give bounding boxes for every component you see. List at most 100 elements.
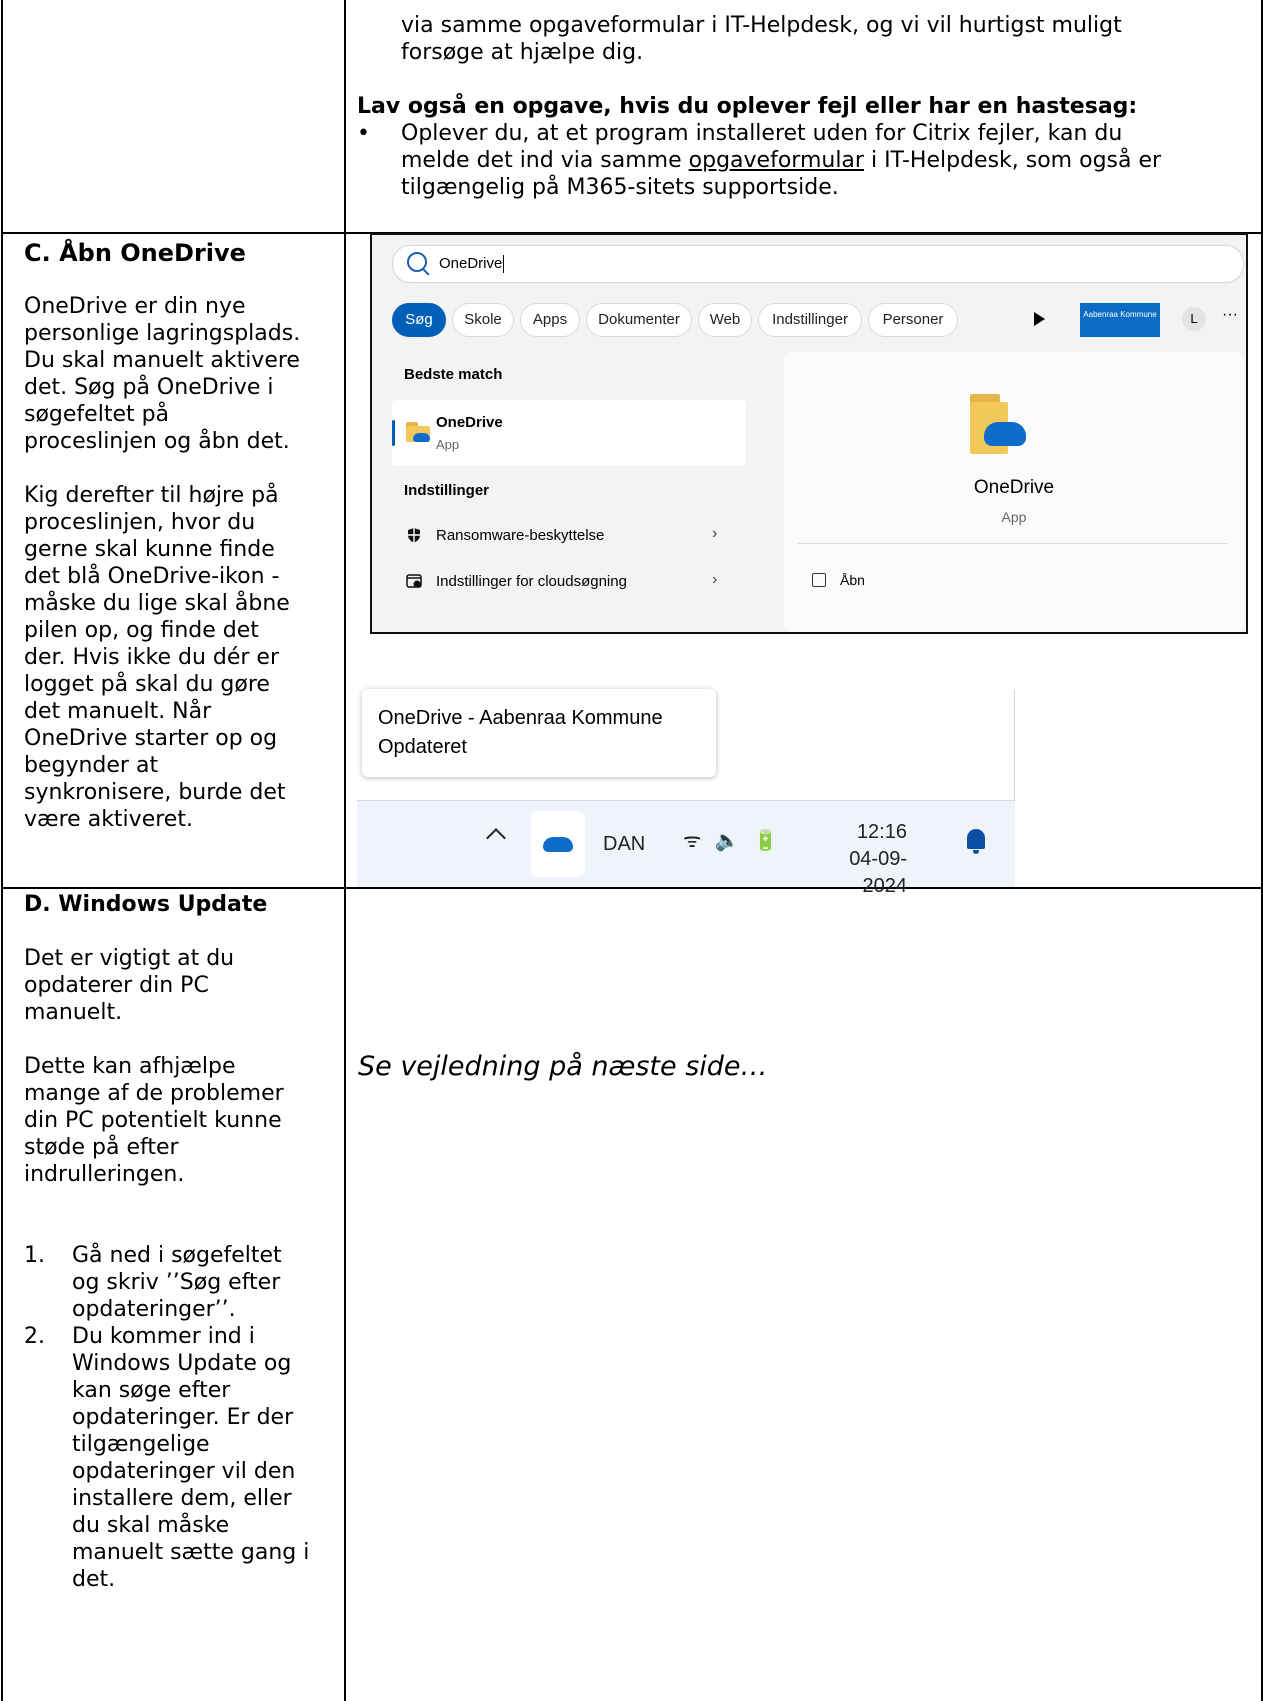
settings-heading: Indstillinger [404,482,490,499]
table-column-divider [344,0,346,1701]
search-icon [407,252,427,272]
text-line: det blå OneDrive-ikon - [24,564,280,589]
text-line: opdateringer. Er der [72,1405,294,1430]
step-item: 1. Gå ned i søgefeltet og skriv ’’Søg eft… [24,1242,339,1323]
avatar[interactable]: L [1182,307,1206,331]
tab-personer[interactable]: Personer [868,303,958,337]
notification-bell-icon[interactable] [967,829,985,854]
best-match-item[interactable]: OneDrive App [392,400,746,466]
text-line: Kig derefter til højre på [24,483,279,508]
settings-window-icon [406,574,422,588]
result-subtitle: App [436,437,460,452]
text-line: søgefeltet på [24,402,170,427]
chevron-right-icon: › [712,571,718,588]
text-line: opdateringer vil den [72,1459,296,1484]
row-divider-2 [1,887,1263,889]
detail-title: OneDrive [973,477,1055,498]
step-number: 2. [24,1324,45,1349]
clock-date[interactable]: 04-09-2024 [807,846,907,900]
tab-dokumenter[interactable]: Dokumenter [586,303,692,337]
text-line: Oplever du, at et program installeret ud… [401,121,1123,146]
organization-logo: Aabenraa Kommune [1080,303,1160,337]
text-line: OneDrive starter op og [24,726,278,751]
tab-skole[interactable]: Skole [452,303,514,337]
text-line: Det er vigtigt at du [24,946,235,971]
more-options-icon[interactable]: ··· [1222,306,1238,324]
tab-web[interactable]: Web [698,303,752,337]
settings-item-cloud-search[interactable]: Indstillinger for cloudsøgning › [392,562,746,602]
step-item: 2. Du kommer ind i Windows Update og kan s… [24,1323,339,1593]
text-line: Du skal manuelt aktivere [24,348,300,373]
show-hidden-icons-chevron-icon[interactable] [486,828,506,848]
text-line: Dette kan afhjælpe [24,1054,236,1079]
text-line: din PC potentielt kunne [24,1108,282,1133]
screenshot-edge [1014,690,1015,800]
text-line: det. [72,1567,116,1592]
text-line: mange af de problemer [24,1081,284,1106]
text-line: Du kommer ind i [72,1324,255,1349]
text-line: personlige lagringsplads. [24,321,301,346]
text-line: opdaterer din PC [24,973,209,998]
onedrive-tooltip: OneDrive - Aabenraa Kommune Opdateret [362,689,716,777]
text-line: du skal måske [72,1513,230,1538]
onedrive-large-icon [970,394,1030,454]
text-line: manuelt sætte gang i [72,1540,310,1565]
text-line: installere dem, eller [72,1486,292,1511]
text-line: opdateringer’’. [72,1297,236,1322]
open-action[interactable]: Åbn [840,571,865,589]
tab-indstillinger[interactable]: Indstillinger [758,303,862,337]
section-d-title: D. Windows Update [24,892,268,917]
settings-item-label: Ransomware-beskyttelse [436,527,605,544]
text-line: proceslinjen og åbn det. [24,429,290,454]
onedrive-tray-button[interactable] [531,811,585,877]
settings-item-ransomware[interactable]: Ransomware-beskyttelse › [392,516,746,556]
search-filter-tabs: Søg Skole Apps Dokumenter Web Indstillin… [392,303,1242,337]
results-pane: Bedste match OneDrive App Indstillinger … [392,352,746,632]
text-line: det manuelt. Når [24,699,212,724]
bullet-icon: • [357,121,370,146]
onedrive-app-icon [406,422,430,442]
language-indicator[interactable]: DAN [603,831,645,858]
paragraph: Kig derefter til højre på proceslinjen, h… [24,482,339,833]
scroll-right-icon[interactable] [1034,312,1045,326]
text-line: via samme opgaveformular i IT-Helpdesk, … [401,13,1122,38]
detail-subtitle: App [1001,509,1027,525]
paragraph: Det er vigtigt at du opdaterer din PC manu… [24,945,339,1026]
chevron-right-icon: › [712,525,718,542]
text-line: tilgængelige [72,1432,210,1457]
search-input[interactable]: OneDrive [439,255,505,274]
search-box[interactable]: OneDrive [392,245,1244,283]
opgaveformular-link[interactable]: opgaveformular [689,148,864,173]
tooltip-status: Opdateret [378,736,467,758]
detail-pane: OneDrive App Åbn [784,352,1244,632]
text-line: kan søge efter [72,1378,231,1403]
section-d-text: D. Windows Update Det er vigtigt at du op… [24,891,339,1593]
text-line: logget på skal du gøre [24,672,270,697]
bullet-item: • Oplever du, at et program installeret … [357,120,1257,201]
onedrive-cloud-icon [543,837,573,852]
text-line: synkronisere, burde det [24,780,286,805]
text-line: OneDrive er din nye [24,294,246,319]
paragraph: OneDrive er din nye personlige lagringspl… [24,293,339,455]
search-screenshot: OneDrive Søg Skole Apps Dokumenter Web I… [370,233,1248,634]
system-tray-icons[interactable]: ᯤ 🔈 🔋 [683,828,782,855]
text-line: manuelt. [24,1000,123,1025]
text-line: begynder at [24,753,159,778]
text-line: tilgængelig på M365-sitets supportside. [401,175,839,200]
best-match-heading: Bedste match [404,366,503,383]
tab-apps[interactable]: Apps [520,303,580,337]
see-next-page-note: Se vejledning på næste side… [358,1051,768,1082]
paragraph: Dette kan afhjælpe mange af de problemer d… [24,1053,339,1188]
text-line: pilen op, og finde det [24,618,259,643]
clock-time[interactable]: 12:16 [807,819,907,846]
text-line: og skriv ’’Søg efter [72,1270,281,1295]
tab-sog[interactable]: Søg [392,303,446,337]
open-external-icon [812,573,826,587]
urgent-heading: Lav også en opgave, hvis du oplever fejl… [357,94,1138,119]
text-line: der. Hvis ikke du dér er [24,645,279,670]
text-line: proceslinjen, hvor du [24,510,256,535]
step-number: 1. [24,1243,45,1268]
text-line: det. Søg på OneDrive i [24,375,274,400]
text-line: Windows Update og [72,1351,292,1376]
text-line: forsøge at hjælpe dig. [401,40,644,65]
